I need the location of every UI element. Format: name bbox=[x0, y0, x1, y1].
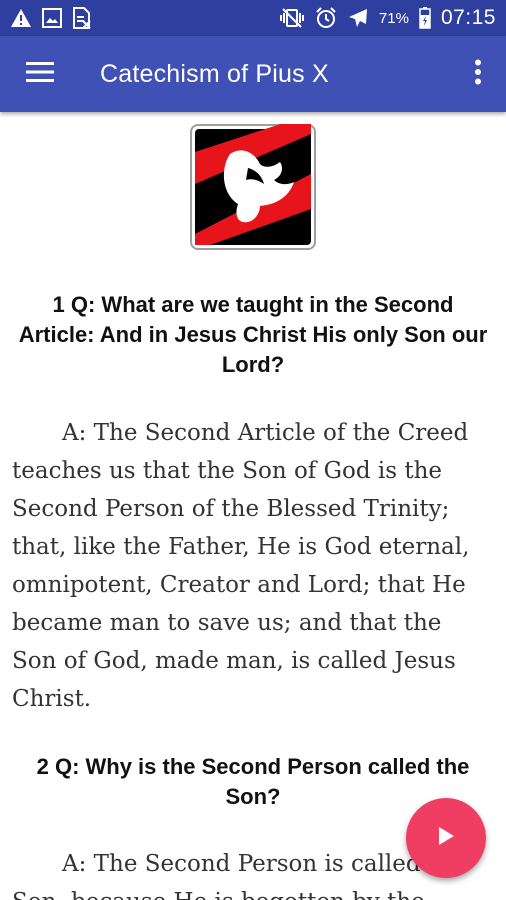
play-icon bbox=[437, 826, 455, 851]
status-icons-left bbox=[10, 7, 92, 29]
answer-1: A: The Second Article of the Creed teach… bbox=[12, 420, 470, 712]
hamburger-menu-button[interactable] bbox=[0, 36, 80, 112]
catechism-content[interactable]: 1 Q: What are we taught in the Second Ar… bbox=[0, 112, 506, 900]
warning-icon bbox=[10, 8, 32, 28]
hamburger-menu-icon bbox=[26, 61, 54, 88]
status-icons-right: 71% 07:15 bbox=[279, 6, 496, 30]
battery-icon bbox=[419, 7, 431, 29]
status-bar: 71% 07:15 bbox=[0, 0, 506, 36]
question-1: 1 Q: What are we taught in the Second Ar… bbox=[18, 292, 488, 377]
clock-time: 07:15 bbox=[440, 6, 496, 29]
question-2: 2 Q: Why is the Second Person called the… bbox=[36, 754, 470, 809]
app-title: Catechism of Pius X bbox=[100, 59, 329, 88]
doc-icon bbox=[72, 7, 92, 29]
app-bar: Catechism of Pius X bbox=[0, 36, 506, 112]
vibrate-icon bbox=[279, 8, 305, 28]
image-icon bbox=[42, 8, 62, 28]
dove-logo-icon bbox=[190, 114, 316, 250]
airplane-icon bbox=[347, 7, 369, 29]
alarm-icon bbox=[315, 7, 337, 29]
play-button[interactable] bbox=[406, 798, 486, 878]
more-vert-icon bbox=[474, 59, 482, 90]
battery-percent: 71% bbox=[378, 9, 409, 27]
overflow-menu-button[interactable] bbox=[450, 36, 506, 112]
